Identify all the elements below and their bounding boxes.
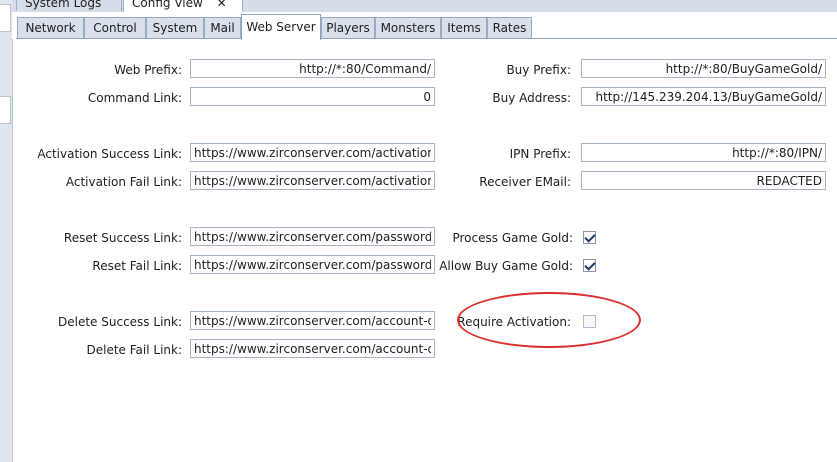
process-game-gold-label: Process Game Gold: xyxy=(452,231,573,245)
buy-address-label: Buy Address: xyxy=(492,91,571,105)
doc-tab-system-logs[interactable]: System Logs xyxy=(16,0,122,11)
activation-success-link-label: Activation Success Link: xyxy=(37,147,182,161)
command-link-label: Command Link: xyxy=(87,91,182,105)
dock-handle[interactable] xyxy=(0,96,11,124)
receiver-email-input[interactable] xyxy=(581,171,826,190)
receiver-email-label: Receiver EMail: xyxy=(479,175,571,189)
reset-success-link-label: Reset Success Link: xyxy=(63,231,182,245)
tab-system[interactable]: System xyxy=(146,17,204,39)
config-tab-strip: Network Control System Mail Web Server P… xyxy=(12,12,837,40)
dock-handle[interactable] xyxy=(0,4,11,32)
allow-buy-game-gold-checkbox[interactable] xyxy=(583,259,596,272)
tab-monsters[interactable]: Monsters xyxy=(375,17,441,39)
require-activation-checkbox[interactable] xyxy=(583,315,596,328)
ipn-prefix-input[interactable] xyxy=(581,143,826,162)
web-prefix-input[interactable] xyxy=(190,59,435,78)
close-icon[interactable]: ✕ xyxy=(217,0,227,10)
web-prefix-label: Web Prefix: xyxy=(114,63,182,77)
require-activation-label: Require Activation: xyxy=(457,315,571,329)
tab-rates[interactable]: Rates xyxy=(487,17,532,39)
delete-success-link-label: Delete Success Link: xyxy=(58,315,182,329)
reset-fail-link-label: Reset Fail Link: xyxy=(92,259,182,273)
doc-tab-label: System Logs xyxy=(25,0,102,10)
buy-address-input[interactable] xyxy=(581,87,826,106)
doc-tab-label: Config View xyxy=(132,0,203,10)
process-game-gold-checkbox[interactable] xyxy=(583,231,596,244)
delete-fail-link-input[interactable] xyxy=(190,339,435,358)
delete-fail-link-label: Delete Fail Link: xyxy=(86,343,183,357)
command-link-input[interactable] xyxy=(190,87,435,106)
tab-web-server[interactable]: Web Server xyxy=(241,14,321,40)
allow-buy-game-gold-label: Allow Buy Game Gold: xyxy=(439,259,573,273)
reset-fail-link-input[interactable] xyxy=(190,255,435,274)
activation-fail-link-input[interactable] xyxy=(190,171,435,190)
left-dock-strip xyxy=(0,0,13,462)
tab-control[interactable]: Control xyxy=(84,17,146,39)
ipn-prefix-label: IPN Prefix: xyxy=(509,147,571,161)
buy-prefix-input[interactable] xyxy=(581,59,826,78)
activation-success-link-input[interactable] xyxy=(190,143,435,162)
buy-prefix-label: Buy Prefix: xyxy=(506,63,571,77)
tab-network[interactable]: Network xyxy=(17,17,84,39)
tab-mail[interactable]: Mail xyxy=(204,17,241,39)
tab-items[interactable]: Items xyxy=(441,17,487,39)
activation-fail-link-label: Activation Fail Link: xyxy=(65,175,182,189)
tab-players[interactable]: Players xyxy=(321,17,375,39)
delete-success-link-input[interactable] xyxy=(190,311,435,330)
reset-success-link-input[interactable] xyxy=(190,227,435,246)
